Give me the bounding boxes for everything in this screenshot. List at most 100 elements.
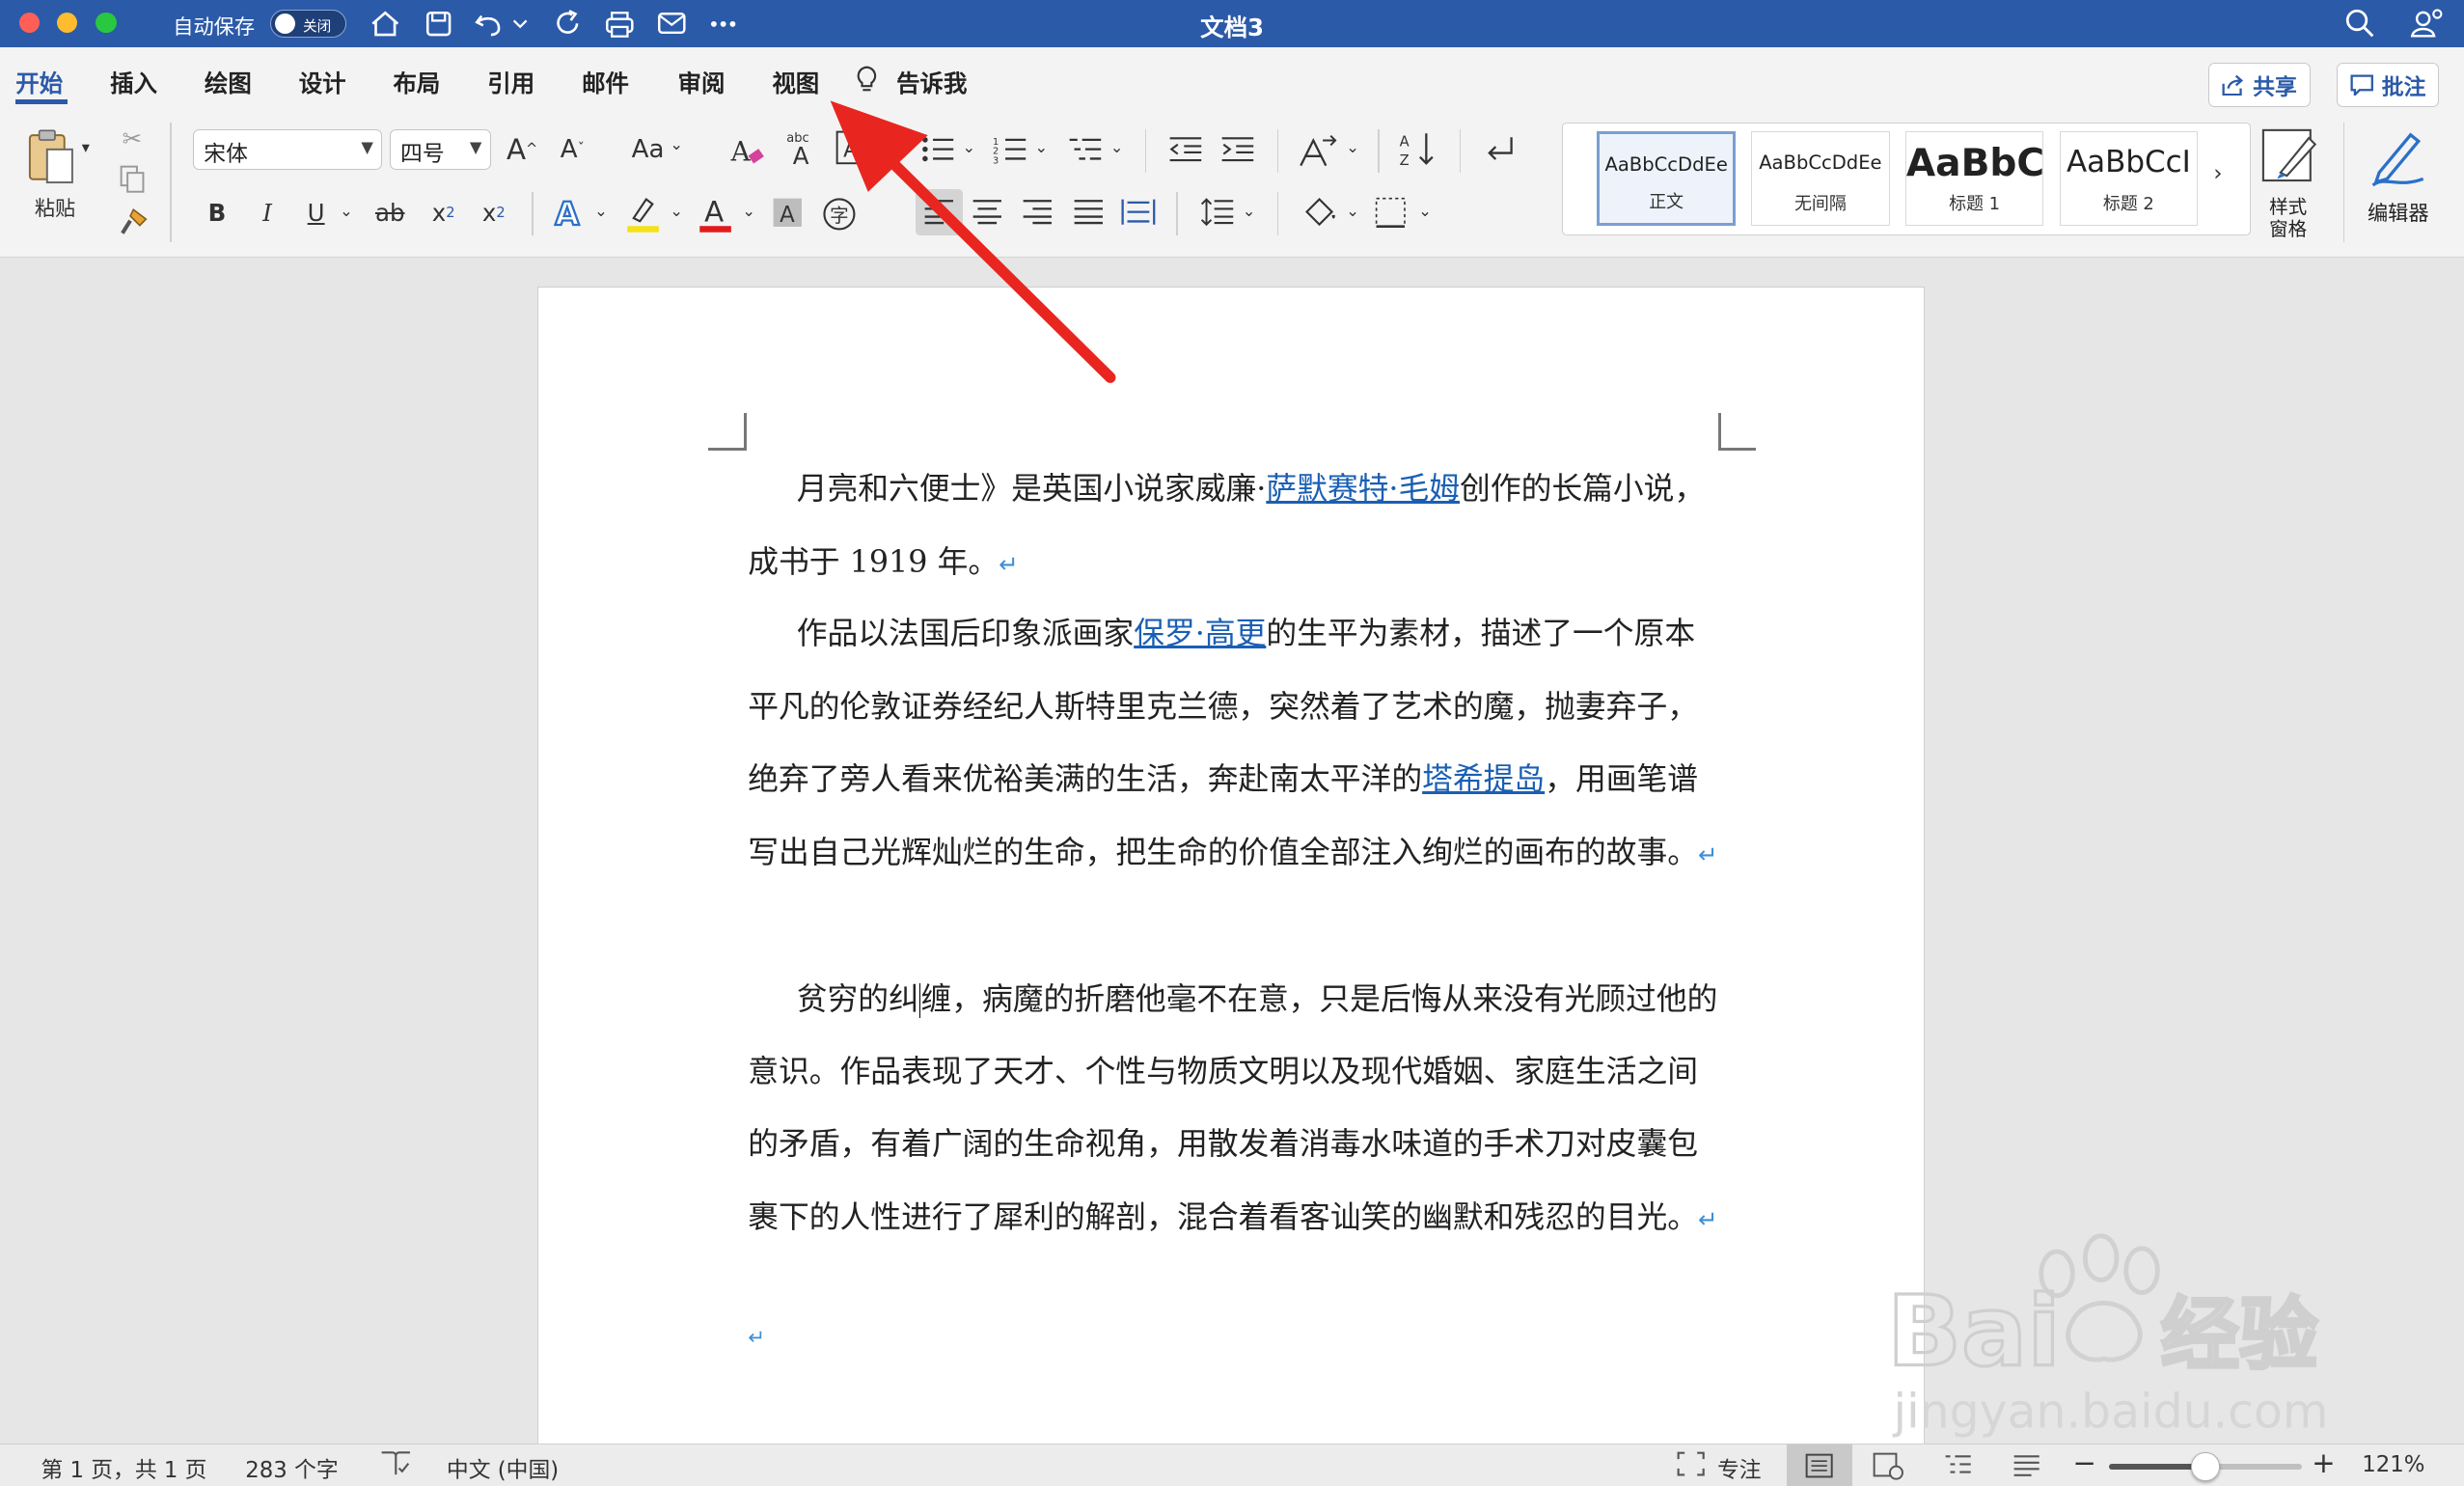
font-name-value: 宋体 (204, 142, 248, 168)
paragraph-mark: ↵ (999, 549, 1019, 578)
show-formatting-marks-icon[interactable] (1478, 132, 1519, 167)
font-size-select[interactable]: 四号 ▼ (390, 128, 491, 171)
phonetic-guide-icon[interactable]: abc A (783, 129, 824, 167)
shrink-font-icon[interactable]: Aˇ (554, 132, 591, 167)
zoom-in-icon[interactable]: + (2312, 1446, 2336, 1479)
format-painter-icon[interactable] (117, 205, 151, 239)
paragraph-2[interactable]: 作品以法国后印象派画家保罗·高更的生平为素材，描述了一个原本平凡的伦敦证券经纪人… (748, 598, 1723, 891)
character-shading-icon[interactable]: A (771, 195, 806, 230)
bullets-icon[interactable] (918, 132, 956, 167)
link-tahiti[interactable]: 塔希提岛 (1422, 762, 1545, 797)
align-left-icon[interactable] (915, 188, 963, 236)
svg-text:A: A (730, 135, 752, 167)
comments-button[interactable]: 批注 (2337, 63, 2440, 107)
svg-text:3: 3 (993, 156, 999, 164)
tab-mailings[interactable]: 邮件 (582, 66, 629, 99)
numbering-icon[interactable]: 123 (991, 132, 1028, 167)
text-effects-chevron-icon[interactable]: ⌄ (594, 202, 608, 220)
borders-icon[interactable] (1371, 195, 1409, 230)
character-border-icon[interactable]: A (834, 129, 871, 167)
paste-button[interactable] (22, 125, 85, 188)
numbering-chevron-icon[interactable]: ⌄ (1035, 138, 1049, 156)
tab-insert[interactable]: 插入 (110, 66, 157, 99)
word-count[interactable]: 283 个字 (245, 1452, 338, 1484)
style-name: 正文 (1649, 192, 1684, 213)
shading-chevron-icon[interactable]: ⌄ (1346, 202, 1359, 220)
paste-chevron-icon[interactable]: ▾ (82, 138, 90, 156)
superscript-button[interactable]: x2 (479, 195, 510, 230)
font-name-select[interactable]: 宋体 ▼ (193, 128, 383, 171)
link-maugham[interactable]: 萨默赛特·毛姆 (1266, 472, 1460, 507)
focus-mode-label[interactable]: 专注 (1717, 1452, 1762, 1484)
text-effects-icon[interactable]: A (551, 192, 589, 233)
line-spacing-icon[interactable] (1198, 195, 1236, 230)
underline-chevron-icon[interactable]: ⌄ (340, 202, 353, 220)
page-count[interactable]: 第 1 页，共 1 页 (41, 1452, 206, 1484)
highlight-color-icon[interactable] (622, 192, 663, 236)
account-icon[interactable] (2409, 7, 2444, 41)
align-right-icon[interactable] (1019, 195, 1056, 230)
multilevel-chevron-icon[interactable]: ⌄ (1110, 138, 1124, 156)
editor-button[interactable]: 编辑器 (2362, 125, 2434, 226)
web-layout-view-icon[interactable] (1855, 1445, 1921, 1486)
clear-formatting-icon[interactable]: A (728, 132, 769, 170)
zoom-level[interactable]: 121% (2362, 1452, 2424, 1477)
style-heading-1[interactable]: AaBbC 标题 1 (1904, 131, 2044, 227)
change-case-button[interactable]: Aa (626, 132, 671, 167)
strikethrough-button[interactable]: ab (371, 195, 409, 230)
print-layout-view-icon[interactable] (1786, 1445, 1853, 1486)
style-normal[interactable]: AaBbCcDdEe 正文 (1597, 131, 1736, 227)
bullets-chevron-icon[interactable]: ⌄ (963, 138, 976, 156)
font-color-chevron-icon[interactable]: ⌄ (742, 202, 755, 220)
increase-indent-icon[interactable] (1218, 132, 1256, 167)
focus-icon[interactable] (1677, 1451, 1705, 1482)
enclose-characters-icon[interactable]: 字 (821, 195, 859, 233)
tab-design[interactable]: 设计 (299, 66, 346, 99)
justify-icon[interactable] (1069, 195, 1107, 230)
chinese-layout-icon[interactable] (1296, 132, 1340, 170)
change-case-chevron-icon[interactable]: ⌄ (670, 135, 683, 153)
underline-button[interactable]: U (300, 195, 332, 230)
decrease-indent-icon[interactable] (1166, 132, 1204, 167)
draft-view-icon[interactable] (1994, 1445, 2060, 1486)
shading-icon[interactable] (1299, 192, 1339, 233)
tab-draw[interactable]: 绘图 (205, 66, 252, 99)
zoom-slider[interactable] (2108, 1452, 2303, 1481)
zoom-slider-thumb[interactable] (2191, 1452, 2220, 1481)
search-icon[interactable] (2343, 7, 2378, 41)
style-no-spacing[interactable]: AaBbCcDdEe 无间隔 (1751, 131, 1890, 227)
grow-font-icon[interactable]: A ^ (504, 132, 541, 167)
link-gauguin[interactable]: 保罗·高更 (1134, 617, 1266, 651)
tell-me-search[interactable]: 告诉我 (896, 66, 967, 99)
italic-button[interactable]: I (252, 195, 284, 230)
proofing-icon[interactable] (380, 1449, 412, 1483)
distributed-icon[interactable] (1120, 195, 1158, 230)
chinese-layout-chevron-icon[interactable]: ⌄ (1346, 138, 1359, 156)
copy-icon[interactable] (117, 164, 149, 196)
paragraph-3[interactable]: 贫穷的纠缠，病魔的折磨他毫不在意，只是后悔从来没有光顾过他的意识。作品表现了天才… (748, 964, 1723, 1256)
share-button[interactable]: 共享 (2207, 63, 2311, 107)
tab-layout[interactable]: 布局 (394, 66, 441, 99)
tab-view[interactable]: 视图 (772, 66, 819, 99)
multilevel-list-icon[interactable] (1066, 132, 1104, 167)
document-page[interactable]: 月亮和六便士》是英国小说家威廉·萨默赛特·毛姆创作的长篇小说，成书于 1919 … (537, 286, 1926, 1450)
cut-icon[interactable]: ✂ (117, 123, 149, 154)
line-spacing-chevron-icon[interactable]: ⌄ (1243, 202, 1256, 220)
style-heading-2[interactable]: AaBbCcI 标题 2 (2059, 131, 2199, 227)
styles-pane-button[interactable]: 样式 窗格 (2255, 125, 2320, 240)
zoom-out-icon[interactable]: − (2072, 1446, 2096, 1479)
paragraph-1[interactable]: 月亮和六便士》是英国小说家威廉·萨默赛特·毛姆创作的长篇小说，成书于 1919 … (748, 454, 1723, 600)
subscript-button[interactable]: x2 (427, 195, 459, 230)
tab-home[interactable]: 开始 (15, 66, 63, 99)
tab-review[interactable]: 审阅 (678, 66, 726, 99)
sort-icon[interactable]: AZ (1396, 129, 1440, 170)
language[interactable]: 中文 (中国) (447, 1452, 559, 1484)
font-color-icon[interactable]: A (695, 192, 735, 236)
align-center-icon[interactable] (969, 195, 1006, 230)
outline-view-icon[interactable] (1925, 1445, 1990, 1486)
bold-button[interactable]: B (202, 195, 233, 230)
highlight-chevron-icon[interactable]: ⌄ (670, 202, 683, 220)
tab-references[interactable]: 引用 (487, 66, 534, 99)
borders-chevron-icon[interactable]: ⌄ (1418, 202, 1432, 220)
styles-next-chevron-icon[interactable]: › (2213, 161, 2222, 186)
